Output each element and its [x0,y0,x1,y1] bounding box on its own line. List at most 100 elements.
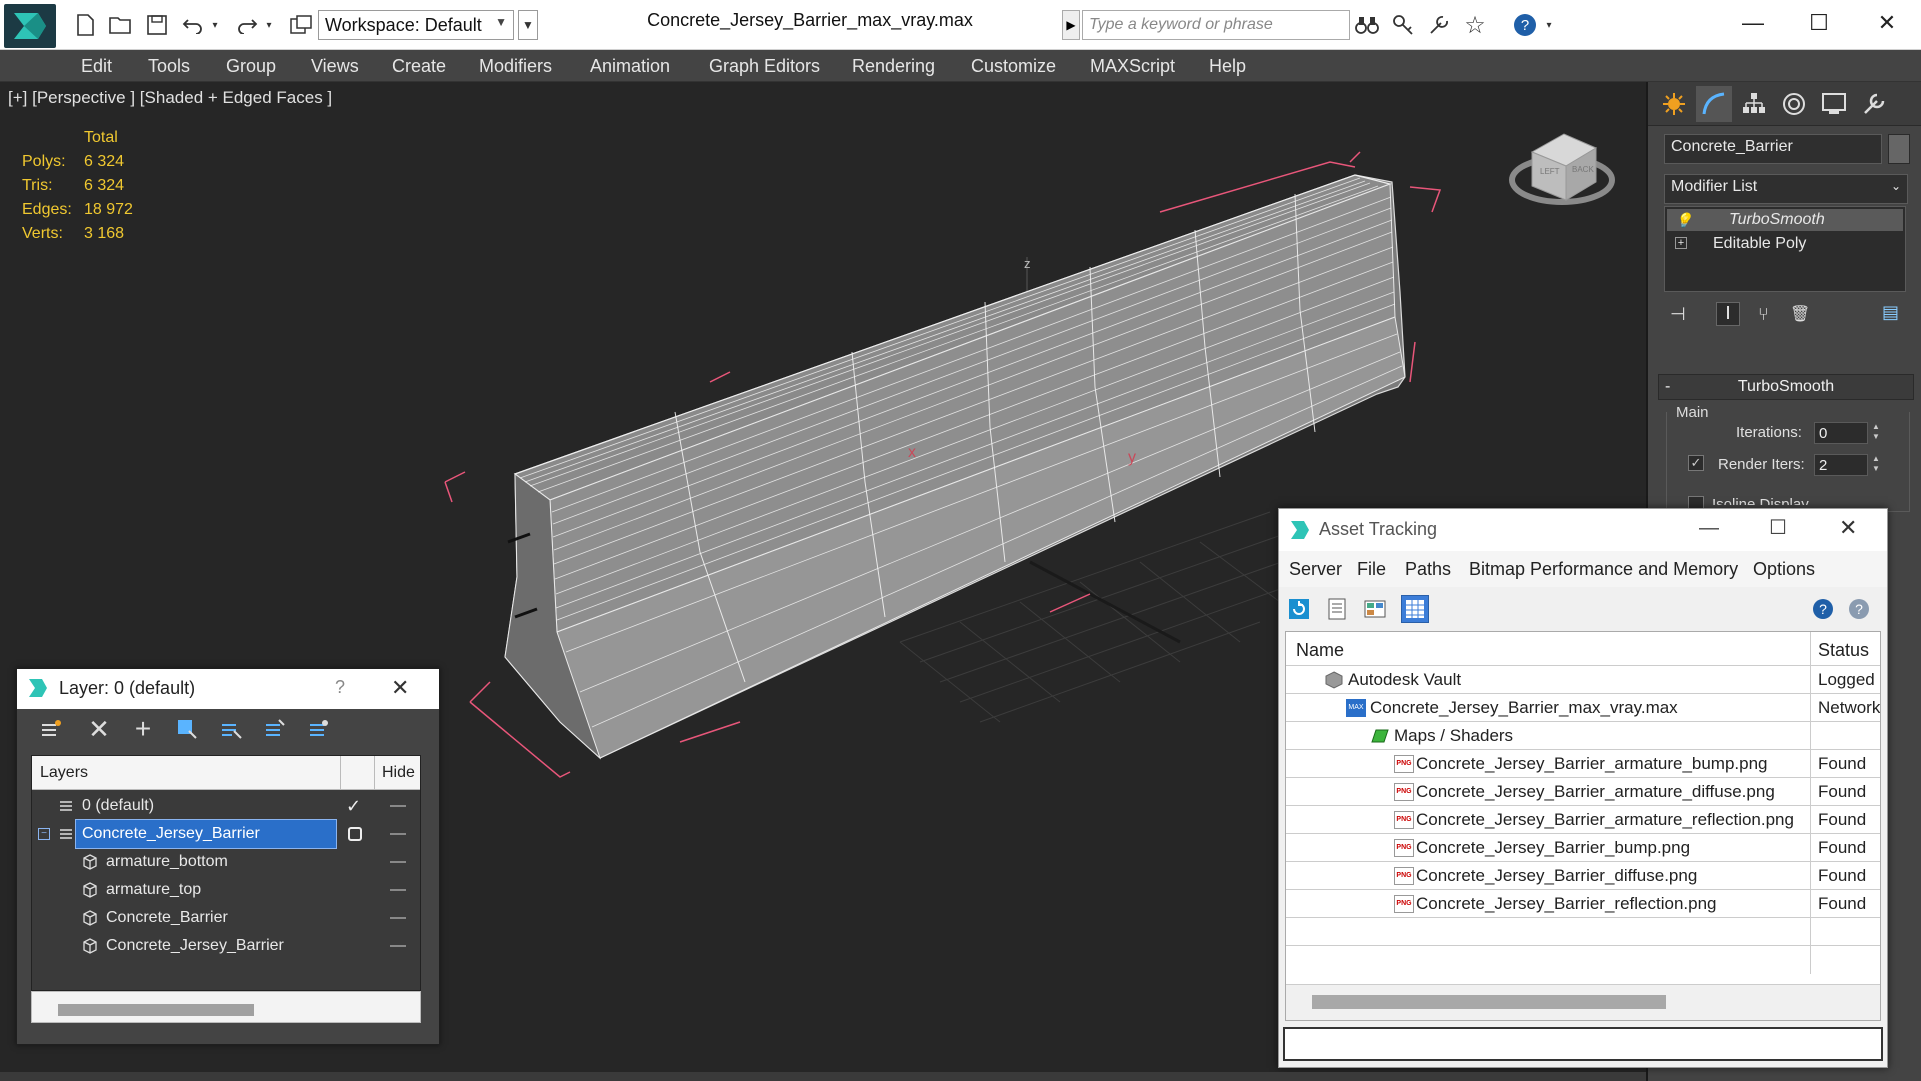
layer-row[interactable]: 0 (default) ✓ [32,792,420,820]
layer-object-row[interactable]: armature_top [32,876,420,904]
layer-object-row[interactable]: Concrete_Barrier [32,904,420,932]
close-window-button[interactable]: ✕ [1852,2,1921,44]
help-icon[interactable]: ? [1809,595,1837,623]
configure-sets-icon[interactable]: ▤ [1882,302,1899,323]
menu-customize[interactable]: Customize [971,50,1056,82]
binoculars-icon[interactable] [1354,12,1380,38]
redo-dropdown-icon[interactable]: ▾ [262,12,276,38]
set-active-box-icon[interactable] [348,827,362,841]
render-iters-checkbox[interactable]: ✓ [1688,455,1704,471]
hierarchy-tab-icon[interactable] [1736,86,1772,122]
column-name[interactable]: Name [1296,640,1344,661]
menu-bitmap-performance[interactable]: Bitmap Performance and Memory [1469,559,1738,580]
thumbnail-view-icon[interactable] [1361,595,1389,623]
collapse-minus-icon[interactable]: − [38,828,50,840]
menu-help[interactable]: Help [1209,50,1246,82]
redo-icon[interactable] [234,12,260,38]
search-expand-button[interactable]: ▶ [1062,10,1080,40]
utilities-tab-icon[interactable] [1856,86,1892,122]
asset-row[interactable]: MAX Concrete_Jersey_Barrier_max_vray.max… [1286,694,1880,722]
search-input[interactable] [1083,11,1349,39]
asset-row[interactable]: PNG Concrete_Jersey_Barrier_reflection.p… [1286,890,1880,918]
hide-toggle[interactable] [390,805,406,807]
table-view-icon[interactable] [1401,595,1429,623]
key-icon[interactable] [1390,12,1416,38]
turbosmooth-rollout-header[interactable]: - TurboSmooth [1658,374,1914,400]
render-iters-spinner[interactable]: 2 [1814,454,1868,476]
context-help-icon[interactable]: ? [1845,595,1873,623]
stack-item-turbosmooth[interactable]: 💡 TurboSmooth [1667,209,1903,231]
remove-modifier-icon[interactable]: 🗑 [1790,304,1810,324]
layer-object-row[interactable]: Concrete_Jersey_Barrier [32,932,420,960]
asset-row[interactable]: PNG Concrete_Jersey_Barrier_bump.png Fou… [1286,834,1880,862]
menu-views[interactable]: Views [311,50,359,82]
maximize-button[interactable]: ☐ [1784,2,1854,44]
save-icon[interactable] [144,12,170,38]
motion-tab-icon[interactable] [1776,86,1812,122]
layer-row[interactable]: − Concrete_Jersey_Barrier [32,819,420,849]
app-logo-icon[interactable] [4,4,56,48]
stack-item-editable-poly[interactable]: + Editable Poly [1667,233,1903,255]
make-unique-icon[interactable]: ⑂ [1758,304,1769,325]
viewport-label-menu[interactable]: [+] [Perspective ] [Shaded + Edged Faces… [8,88,332,108]
menu-paths[interactable]: Paths [1405,559,1451,580]
asset-row[interactable]: PNG Concrete_Jersey_Barrier_armature_ref… [1286,806,1880,834]
asset-row[interactable]: Maps / Shaders [1286,722,1880,750]
scrollbar-thumb[interactable] [58,1004,254,1016]
maximize-button[interactable]: ☐ [1769,515,1787,540]
column-status[interactable]: Status [1818,640,1869,661]
menu-rendering[interactable]: Rendering [852,50,935,82]
layer-dialog-titlebar[interactable]: Layer: 0 (default) ? ✕ [17,669,439,709]
help-dropdown-icon[interactable]: ▾ [1542,12,1556,38]
menu-options[interactable]: Options [1753,559,1815,580]
menu-server[interactable]: Server [1289,559,1342,580]
star-icon[interactable]: ☆ [1462,12,1488,39]
menu-tools[interactable]: Tools [148,50,190,82]
list-view-icon[interactable] [1323,595,1351,623]
menu-create[interactable]: Create [392,50,446,82]
tools-icon[interactable] [1426,12,1452,38]
asset-horizontal-scrollbar[interactable] [1286,984,1880,1020]
asset-row[interactable]: PNG Concrete_Jersey_Barrier_armature_dif… [1286,778,1880,806]
asset-dialog-titlebar[interactable]: Asset Tracking — ☐ ✕ [1279,509,1887,551]
asset-row[interactable]: Autodesk Vault Logged [1286,666,1880,694]
new-file-icon[interactable] [72,12,98,38]
expand-plus-icon[interactable]: + [1675,237,1687,249]
scrollbar-thumb[interactable] [1312,995,1666,1009]
menu-edit[interactable]: Edit [81,50,112,82]
render-iters-spinner-arrows[interactable]: ▲ ▼ [1870,454,1882,476]
viewcube-icon[interactable]: LEFT BACK [1509,133,1615,205]
asset-row[interactable]: PNG Concrete_Jersey_Barrier_diffuse.png … [1286,862,1880,890]
workspace-select[interactable]: Workspace: Default ▼ [318,10,514,40]
workspace-menu-button[interactable]: ▼ [518,10,538,40]
add-selection-icon[interactable] [173,715,201,743]
undo-dropdown-icon[interactable]: ▾ [208,12,222,38]
project-folder-icon[interactable] [288,12,314,38]
lightbulb-icon[interactable]: 💡 [1675,209,1692,231]
hide-toggle[interactable] [390,861,406,863]
minimize-button[interactable]: — [1699,517,1719,540]
hide-toggle[interactable] [390,833,406,835]
close-icon[interactable]: ✕ [1839,515,1857,541]
search-box[interactable] [1082,10,1350,40]
minimize-button[interactable]: — [1718,2,1788,44]
modify-tab-icon[interactable] [1696,86,1732,122]
create-tab-icon[interactable] [1656,86,1692,122]
help-icon[interactable]: ? [1512,12,1538,38]
asset-row[interactable]: PNG Concrete_Jersey_Barrier_armature_bum… [1286,750,1880,778]
menu-file[interactable]: File [1357,559,1386,580]
help-icon[interactable]: ? [335,677,345,698]
modifier-list-dropdown[interactable]: Modifier List ⌄ [1664,174,1908,204]
menu-modifiers[interactable]: Modifiers [479,50,552,82]
set-current-layer-icon[interactable] [305,715,333,743]
select-objects-icon[interactable] [217,715,245,743]
close-icon[interactable]: ✕ [391,675,409,701]
object-color-swatch[interactable] [1888,134,1910,164]
column-layers[interactable]: Layers [40,764,88,782]
layers-stack-icon[interactable] [37,715,65,743]
menu-maxscript[interactable]: MAXScript [1090,50,1175,82]
menu-group[interactable]: Group [226,50,276,82]
show-end-result-icon[interactable]: I [1716,302,1740,326]
iterations-spinner-arrows[interactable]: ▲ ▼ [1870,422,1882,444]
column-hide[interactable]: Hide [382,764,415,782]
